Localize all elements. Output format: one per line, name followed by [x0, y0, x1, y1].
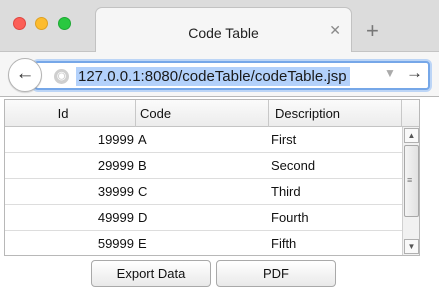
cell-description: First	[271, 132, 297, 147]
tab-close-icon[interactable]: ✕	[329, 22, 341, 39]
table-row[interactable]: 39999 C Third	[5, 179, 402, 205]
pdf-button[interactable]: PDF	[216, 260, 336, 287]
maximize-window-button[interactable]	[58, 17, 71, 30]
back-button[interactable]: ←	[8, 58, 42, 92]
grip-icon: ≡	[407, 175, 413, 185]
url-dropdown-icon[interactable]: ▼	[384, 66, 396, 80]
table-row[interactable]: 29999 B Second	[5, 153, 402, 179]
scroll-up-arrow-icon[interactable]: ▲	[404, 128, 419, 143]
cell-description: Third	[271, 184, 301, 199]
cell-code: E	[138, 236, 147, 251]
cell-description: Fourth	[271, 210, 309, 225]
browser-window: Code Table ✕ + ◉ ▼ → ← Id Code Descripti…	[0, 0, 439, 300]
cell-description: Fifth	[271, 236, 297, 251]
table-row[interactable]: 49999 D Fourth	[5, 205, 402, 231]
vertical-scrollbar[interactable]: ▲ ≡ ▼	[402, 127, 419, 255]
column-header-code[interactable]: Code	[136, 100, 269, 127]
column-header-id[interactable]: Id	[5, 100, 136, 127]
title-bar: Code Table ✕ +	[0, 0, 439, 53]
minimize-window-button[interactable]	[35, 17, 48, 30]
new-tab-button[interactable]: +	[366, 20, 379, 42]
export-data-button[interactable]: Export Data	[91, 260, 211, 287]
cell-id: 39999	[97, 184, 134, 199]
cell-description: Second	[271, 158, 316, 173]
navigation-toolbar: ◉ ▼ → ←	[0, 52, 439, 97]
cell-code: D	[138, 210, 148, 225]
cell-id: 19999	[97, 132, 134, 147]
address-bar[interactable]: ◉ ▼ →	[34, 61, 430, 90]
cell-id: 49999	[97, 210, 134, 225]
cell-id: 59999	[97, 236, 134, 251]
globe-icon: ◉	[54, 69, 69, 84]
tab-title: Code Table	[188, 25, 259, 41]
header-corner	[402, 100, 419, 127]
table-row[interactable]: 19999 A First	[5, 127, 402, 153]
cell-code: B	[138, 158, 147, 173]
code-table: Id Code Description 19999 A First 29999 …	[4, 99, 420, 256]
cell-code: A	[138, 132, 147, 147]
table-row[interactable]: 59999 E Fifth	[5, 231, 402, 255]
go-arrow-icon[interactable]: →	[406, 63, 423, 83]
scroll-down-arrow-icon[interactable]: ▼	[404, 239, 419, 254]
cell-id: 29999	[97, 158, 134, 173]
table-header: Id Code Description	[5, 100, 419, 127]
close-window-button[interactable]	[13, 17, 26, 30]
url-input[interactable]	[76, 67, 350, 86]
column-header-description[interactable]: Description	[269, 100, 402, 127]
cell-code: C	[138, 184, 148, 199]
tab-code-table[interactable]: Code Table ✕	[95, 7, 352, 53]
scrollbar-thumb[interactable]: ≡	[404, 145, 419, 217]
